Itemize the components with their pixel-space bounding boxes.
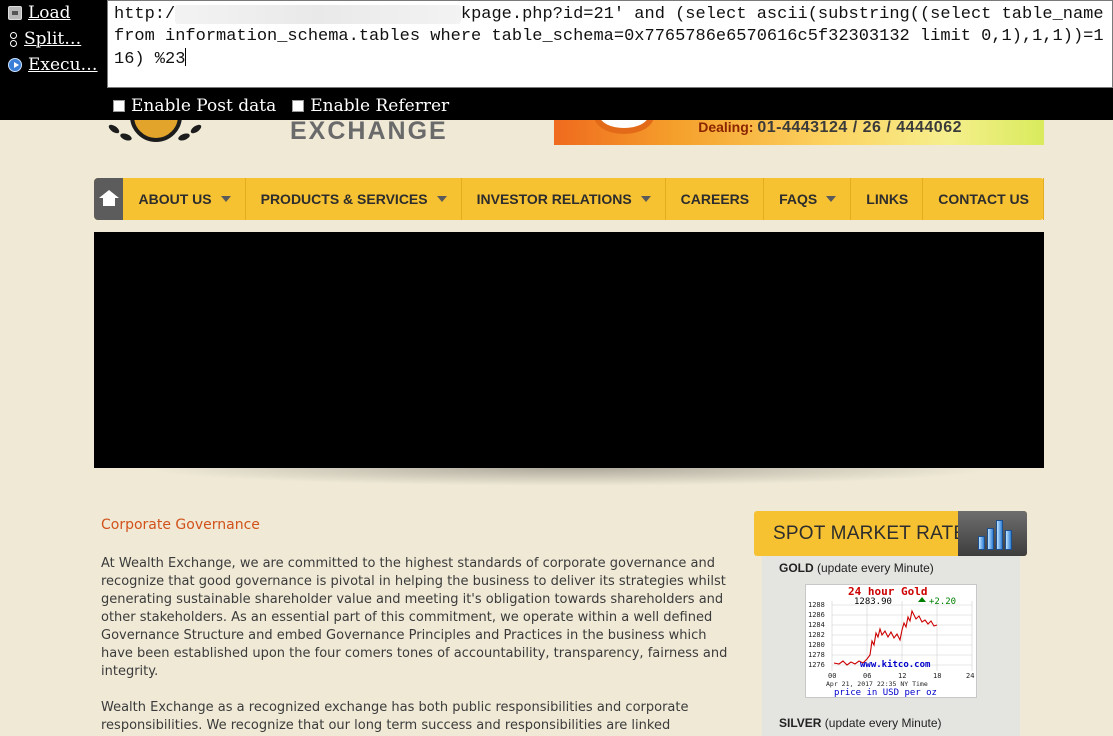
nav-item-about-us[interactable]: ABOUT US: [123, 178, 246, 220]
logo-sun-icon: [130, 118, 182, 142]
content-paragraph: At Wealth Exchange, we are committed to …: [101, 556, 728, 679]
laurel-leaf-icon: [119, 132, 133, 142]
x-tick: 18: [933, 672, 941, 680]
gold-update-note: (update every Minute): [817, 561, 934, 575]
spot-rates-panel: GOLD (update every Minute) 1288 1286 128…: [762, 556, 1020, 736]
dealing-label: Dealing:: [698, 119, 754, 135]
nav-item-careers[interactable]: CAREERS: [666, 178, 765, 220]
nav-item-label: LINKS: [866, 191, 909, 207]
load-url-button[interactable]: Load: [0, 0, 108, 26]
load-url-label: Load: [28, 3, 71, 23]
bar-chart-icon: [958, 511, 1027, 556]
x-tick: 12: [898, 672, 906, 680]
silver-label: SILVER: [779, 716, 822, 730]
main-nav: ABOUT US PRODUCTS & SERVICES INVESTOR RE…: [94, 178, 1044, 220]
chart-price: 1283.90: [854, 597, 892, 607]
text-caret: [185, 48, 187, 66]
x-tick: 06: [863, 672, 871, 680]
load-url-icon: [8, 6, 22, 20]
gold-chart-svg: 1288 1286 1284 1282 1280 1278 1276 00 06…: [808, 585, 974, 697]
banner-coin-icon: [594, 118, 654, 134]
y-tick: 1286: [808, 611, 825, 619]
nav-item-label: CONTACT US: [938, 191, 1029, 207]
dealing-contact: Dealing: 01-4443124 / 26 / 4444062: [698, 119, 962, 137]
silver-update-note: (update every Minute): [824, 716, 942, 730]
nav-item-investor-relations[interactable]: INVESTOR RELATIONS: [462, 178, 666, 220]
page-title: Corporate Governance: [101, 517, 260, 533]
nav-item-label: CAREERS: [680, 191, 750, 207]
y-tick: 1288: [808, 601, 825, 609]
gold-rate-label: GOLD (update every Minute): [779, 561, 934, 575]
enable-post-data-label: Enable Post data: [131, 96, 277, 116]
redacted-host: xxxxxxxxxxxxxxxxxxxxxxxxxxxx: [175, 5, 461, 24]
enable-referrer-option[interactable]: Enable Referrer: [292, 96, 449, 116]
gold-price-line: [833, 609, 938, 666]
nav-item-label: PRODUCTS & SERVICES: [260, 191, 428, 207]
url-prefix: http:/: [114, 5, 176, 24]
hackbar-buttons: Load Split… Execu…: [0, 0, 108, 78]
laurel-leaf-icon: [189, 123, 203, 135]
y-tick: 1284: [808, 621, 825, 629]
x-tick: 24: [966, 672, 974, 680]
silver-rate-label: SILVER (update every Minute): [779, 716, 942, 730]
nav-item-contact-us[interactable]: CONTACT US: [923, 178, 1044, 220]
main-content: Corporate Governance At Wealth Exchange,…: [101, 517, 731, 736]
chart-change: +2.20: [929, 597, 956, 607]
bar-chart-icon-bar: [978, 536, 985, 550]
enable-post-data-option[interactable]: Enable Post data: [113, 96, 276, 116]
nav-item-label: INVESTOR RELATIONS: [476, 191, 632, 207]
enable-referrer-checkbox[interactable]: [292, 100, 305, 112]
dropdown-arrow-icon: [640, 196, 651, 202]
hackbar-toolbar: Load Split… Execu… http:/xxxxxxxxxxxxxxx…: [0, 0, 1113, 120]
execute-icon: [8, 58, 22, 72]
execute-label: Execu…: [28, 55, 98, 75]
logo-text[interactable]: EXCHANGE: [290, 117, 448, 146]
split-url-label: Split…: [24, 29, 82, 49]
nav-item-label: ABOUT US: [138, 191, 212, 207]
nav-item-links[interactable]: LINKS: [851, 178, 924, 220]
gold-price-chart[interactable]: 1288 1286 1284 1282 1280 1278 1276 00 06…: [805, 584, 977, 698]
spot-rates-header: SPOT MARKET RATES: [754, 511, 1027, 556]
nav-home-button[interactable]: [94, 178, 124, 220]
slider-shadow: [140, 468, 1000, 486]
execute-button[interactable]: Execu…: [0, 52, 108, 78]
nav-item-products-services[interactable]: PRODUCTS & SERVICES: [246, 178, 462, 220]
header-banner: Dealing: 01-4443124 / 26 / 4444062: [554, 118, 1044, 145]
hackbar-options: Enable Post data Enable Referrer: [113, 96, 449, 116]
bar-chart-icon-bar: [987, 528, 994, 550]
dropdown-arrow-icon: [220, 196, 231, 202]
nav-item-label: FAQS: [779, 191, 818, 207]
content-paragraph: Wealth Exchange as a recognized exchange…: [101, 700, 689, 733]
spot-rates-title: SPOT MARKET RATES: [773, 522, 980, 544]
url-textarea[interactable]: http:/xxxxxxxxxxxxxxxxxxxxxxxxxxxxkpage.…: [107, 0, 1113, 88]
chart-timestamp: Apr 21, 2017 22:35 NY Time: [826, 680, 928, 688]
split-url-icon: [8, 32, 18, 47]
dropdown-arrow-icon: [826, 196, 837, 202]
nav-item-faqs[interactable]: FAQS: [764, 178, 852, 220]
y-tick: 1280: [808, 641, 825, 649]
chart-footer: price in USD per oz: [834, 688, 937, 697]
enable-post-data-checkbox[interactable]: [113, 100, 125, 112]
chart-watermark: www.kitco.com: [860, 659, 931, 670]
y-tick: 1282: [808, 631, 825, 639]
split-url-button[interactable]: Split…: [0, 26, 108, 52]
gold-label: GOLD: [779, 561, 814, 575]
bar-chart-icon-bar: [996, 520, 1003, 550]
home-icon: [98, 190, 119, 206]
y-tick: 1276: [808, 661, 825, 669]
bar-chart-icon-bar: [1005, 530, 1012, 550]
hero-slider[interactable]: [94, 232, 1044, 468]
dropdown-arrow-icon: [436, 196, 447, 202]
logo-emblem[interactable]: [100, 118, 210, 152]
x-tick: 00: [828, 672, 836, 680]
enable-referrer-label: Enable Referrer: [310, 96, 450, 116]
laurel-leaf-icon: [177, 132, 191, 142]
dealing-numbers: 01-4443124 / 26 / 4444062: [757, 119, 962, 136]
laurel-leaf-icon: [107, 123, 121, 135]
y-tick: 1278: [808, 651, 825, 659]
